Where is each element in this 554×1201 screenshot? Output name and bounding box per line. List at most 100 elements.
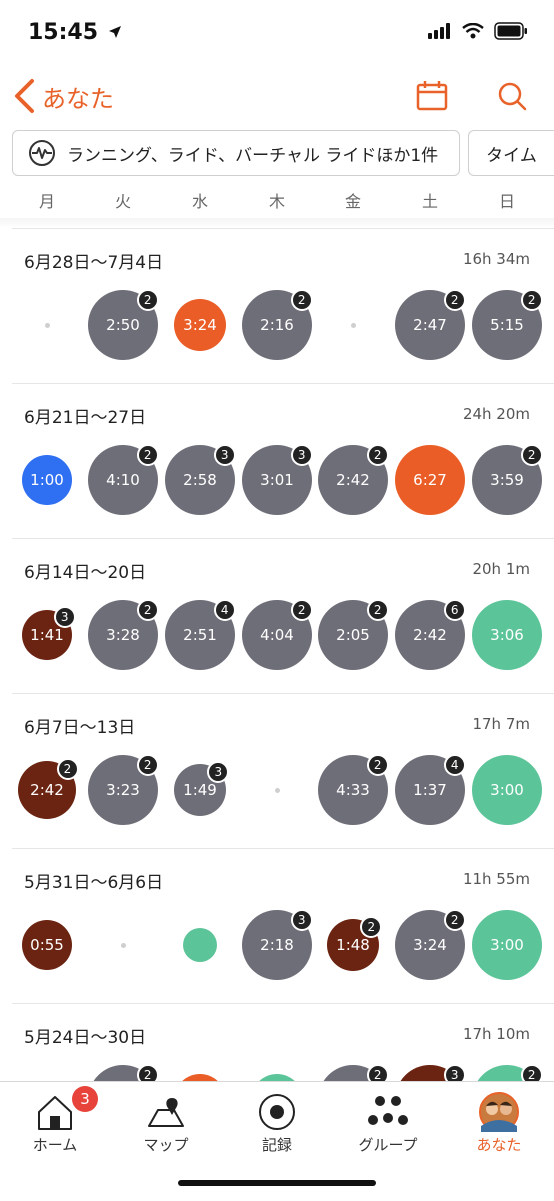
chevron-left-icon	[15, 79, 34, 113]
weekday-wed: 水	[191, 192, 208, 211]
week-divider	[12, 383, 554, 384]
activity-time: 3:01	[260, 471, 294, 489]
activity-count-badge: 3	[53, 606, 76, 629]
activity-count-badge: 4	[443, 754, 466, 777]
weekday-sun: 日	[498, 192, 515, 211]
map-icon	[148, 1098, 184, 1127]
activity-time: 3:00	[490, 781, 524, 799]
activity-time: 2:05	[336, 626, 370, 644]
tab-home-label: ホーム	[32, 1136, 78, 1154]
activity-time: 1:49	[183, 781, 217, 799]
weekday-thu: 木	[268, 192, 285, 211]
tab-record[interactable]: 記録	[222, 1082, 332, 1162]
home-icon	[38, 1096, 72, 1130]
sport-filter-button[interactable]: ランニング、ライド、バーチャル ライドほか1件	[12, 130, 460, 176]
activity-count-badge: 2	[443, 909, 466, 932]
week-divider	[12, 848, 554, 849]
activity-bubble[interactable]: 6:27	[395, 445, 465, 515]
metric-filter-label: タイム	[486, 145, 537, 166]
week-total: 17h 10m	[462, 1025, 530, 1043]
week-total: 16h 34m	[462, 250, 530, 268]
activity-time: 3:24	[413, 936, 447, 954]
activity-count-badge: 2	[443, 289, 466, 312]
activity-bubble[interactable]: 0:55	[22, 920, 72, 970]
search-icon	[498, 82, 527, 111]
activity-count-badge: 4	[213, 599, 236, 622]
activity-time: 2:51	[183, 626, 217, 644]
week-divider	[12, 693, 554, 694]
home-indicator	[178, 1180, 376, 1186]
activity-count-badge: 2	[136, 599, 159, 622]
activity-count-badge: 2	[520, 444, 543, 467]
tab-record-label: 記録	[261, 1136, 292, 1154]
activity-time: 3:28	[106, 626, 140, 644]
activity-time: 3:23	[106, 781, 140, 799]
weekday-sat: 土	[421, 192, 438, 211]
weekday-mon: 月	[38, 192, 55, 211]
header-shadow	[0, 218, 554, 228]
record-icon	[259, 1094, 295, 1130]
tab-you[interactable]: あなた	[444, 1082, 554, 1162]
tab-map[interactable]: マップ	[111, 1082, 221, 1162]
tab-map-label: マップ	[143, 1136, 189, 1154]
tab-groups[interactable]: グループ	[333, 1082, 443, 1162]
activity-bubble[interactable]: 3:00	[472, 910, 542, 980]
activity-bubble[interactable]: 1:00	[22, 455, 72, 505]
activity-bubble[interactable]: 3:24	[174, 299, 226, 351]
weekday-tue: 火	[114, 192, 131, 211]
search-button[interactable]	[496, 80, 528, 116]
activity-icon	[29, 140, 55, 166]
activity-time: 3:00	[490, 936, 524, 954]
back-button[interactable]: あなた	[12, 78, 114, 114]
week-label: 6月7日〜13日	[24, 718, 136, 738]
week-label: 6月28日〜7月4日	[24, 253, 164, 273]
activity-time: 2:50	[106, 316, 140, 334]
activity-count-badge: 3	[290, 909, 313, 932]
nav-bar: あなた	[0, 66, 554, 128]
activity-bubble[interactable]: 3:06	[472, 600, 542, 670]
wifi-icon	[462, 23, 484, 39]
tab-home[interactable]: 3 ホーム	[0, 1082, 110, 1162]
activity-count-badge: 2	[366, 599, 389, 622]
activity-time: 3:24	[183, 316, 217, 334]
activity-count-badge: 2	[366, 444, 389, 467]
activity-time: 2:42	[30, 781, 64, 799]
activity-time: 1:41	[30, 626, 64, 644]
week-total: 24h 20m	[462, 405, 530, 423]
activity-time: 3:59	[490, 471, 524, 489]
activity-time: 1:48	[336, 936, 370, 954]
activity-time: 2:42	[336, 471, 370, 489]
notification-badge: 3	[72, 1086, 98, 1112]
back-label: あなた	[42, 84, 114, 113]
activity-time: 1:37	[413, 781, 447, 799]
filter-row: ランニング、ライド、バーチャル ライドほか1件 タイム	[0, 130, 554, 178]
week-total: 17h 7m	[472, 715, 530, 733]
activity-time: 3:06	[490, 626, 524, 644]
signal-icon	[428, 23, 450, 39]
calendar-icon	[416, 81, 448, 111]
tab-groups-label: グループ	[358, 1136, 418, 1154]
tab-you-label: あなた	[476, 1136, 522, 1154]
calendar-button[interactable]	[416, 80, 448, 116]
week-total: 11h 55m	[462, 870, 530, 888]
groups-icon	[368, 1096, 408, 1125]
week-divider	[12, 538, 554, 539]
activity-count-badge: 2	[56, 758, 79, 781]
activity-count-badge: 3	[207, 760, 230, 783]
no-activity-dot	[44, 322, 50, 328]
activity-count-badge: 3	[213, 444, 236, 467]
activity-bubble[interactable]: 3:00	[472, 755, 542, 825]
activity-time: 2:18	[260, 936, 294, 954]
no-activity-dot	[350, 322, 356, 328]
week-label: 5月31日〜6月6日	[24, 873, 164, 893]
metric-filter-button[interactable]: タイム	[468, 130, 554, 176]
activity-bubble[interactable]	[183, 928, 217, 962]
activity-time: 2:58	[183, 471, 217, 489]
sport-filter-label: ランニング、ライド、バーチャル ライドほか1件	[67, 145, 439, 166]
location-arrow-icon	[108, 26, 121, 38]
activity-time: 2:47	[413, 316, 447, 334]
activity-count-badge: 2	[290, 599, 313, 622]
activity-time: 2:16	[260, 316, 294, 334]
activity-time: 5:15	[490, 316, 524, 334]
week-label: 6月21日〜27日	[24, 408, 147, 428]
